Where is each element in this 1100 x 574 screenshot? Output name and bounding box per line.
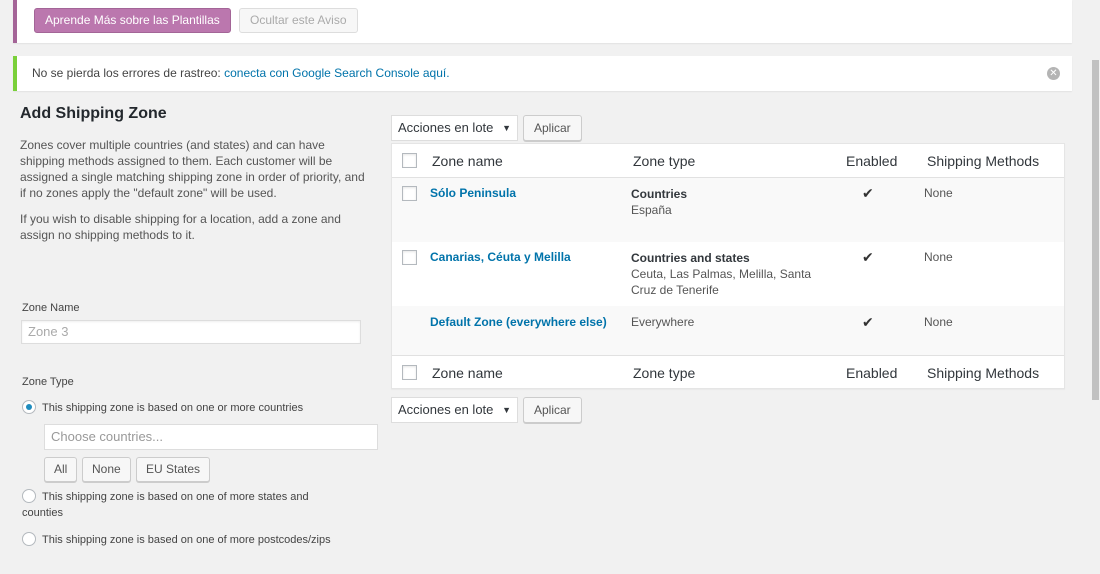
templates-notice: Aprende Más sobre las Plantillas Ocultar… (13, 0, 1072, 43)
enabled-check-icon: ✔ (862, 314, 874, 330)
col-shipping-methods: Shipping Methods (927, 153, 1040, 169)
zone-link[interactable]: Default Zone (everywhere else) (430, 315, 607, 329)
search-console-link[interactable]: conecta con Google Search Console aquí. (224, 66, 449, 80)
zones-table: Zone name Zone type Enabled Shipping Met… (391, 143, 1065, 389)
learn-more-button[interactable]: Aprende Más sobre las Plantillas (34, 8, 231, 33)
radio-countries[interactable] (22, 400, 36, 414)
form-title: Add Shipping Zone (20, 105, 167, 122)
scrollbar-thumb[interactable] (1092, 60, 1099, 400)
dismiss-icon[interactable]: ✕ (1047, 67, 1060, 80)
bulk-actions-select-bottom[interactable]: Acciones en lote ▼ (391, 397, 518, 423)
choose-countries-input[interactable]: Choose countries... (44, 424, 378, 450)
form-description: Zones cover multiple countries (and stat… (20, 138, 365, 200)
col-zone-type-footer[interactable]: Zone type (633, 356, 695, 390)
form-description-disable: If you wish to disable shipping for a lo… (20, 212, 341, 242)
col-zone-type[interactable]: Zone type (633, 144, 695, 178)
select-all-checkbox-footer[interactable] (402, 365, 417, 380)
bulk-actions-select[interactable]: Acciones en lote ▼ (391, 115, 518, 141)
apply-button-bottom[interactable]: Aplicar (523, 397, 582, 423)
radio-postcodes[interactable] (22, 532, 36, 546)
radio-countries-label: This shipping zone is based on one or mo… (42, 402, 304, 414)
radio-postcodes-option[interactable]: This shipping zone is based on one of mo… (22, 532, 331, 548)
row-checkbox[interactable] (402, 186, 417, 201)
col-zone-name[interactable]: Zone name (432, 144, 503, 178)
select-all-checkbox[interactable] (402, 153, 417, 168)
enabled-check-icon: ✔ (862, 185, 874, 201)
table-row: Canarias, Céuta y Melilla Countries and … (392, 242, 1064, 306)
table-row: Sólo Peninsula Countries España ✔ None (392, 178, 1064, 242)
radio-countries-option[interactable]: This shipping zone is based on one or mo… (22, 400, 303, 416)
radio-postcodes-label: This shipping zone is based on one of mo… (42, 534, 331, 546)
zone-type-cell: Countries and states Ceuta, Las Palmas, … (631, 251, 812, 297)
col-enabled: Enabled (846, 153, 898, 169)
radio-states[interactable] (22, 489, 36, 503)
radio-states-label: This shipping zone is based on one of mo… (22, 491, 309, 519)
zone-link[interactable]: Canarias, Céuta y Melilla (430, 250, 571, 264)
zone-type-cell: Countries España (631, 187, 688, 217)
zone-name-label: Zone Name (22, 302, 80, 314)
apply-button[interactable]: Aplicar (523, 115, 582, 141)
table-footer: Zone name Zone type Enabled Shipping Met… (392, 355, 1064, 389)
bulk-actions-value-bottom: Acciones en lote (398, 402, 494, 417)
eu-states-button[interactable]: EU States (136, 457, 211, 482)
row-checkbox[interactable] (402, 250, 417, 265)
select-all-button[interactable]: All (44, 457, 78, 482)
notice-text: No se pierda los errores de rastreo: (32, 66, 225, 80)
add-zone-form: Add Shipping Zone Zones cover multiple c… (20, 105, 365, 253)
zone-type-cell: Everywhere (631, 315, 695, 329)
zone-type-label: Zone Type (22, 376, 74, 388)
shipping-methods-cell: None (924, 315, 953, 329)
select-none-button[interactable]: None (82, 457, 131, 482)
col-enabled-footer: Enabled (846, 365, 898, 381)
zone-name-input[interactable]: Zone 3 (21, 320, 361, 344)
bulk-actions-value: Acciones en lote (398, 120, 494, 135)
dropdown-arrow-icon: ▼ (502, 123, 511, 133)
shipping-methods-cell: None (924, 250, 953, 264)
col-zone-name-footer[interactable]: Zone name (432, 356, 503, 390)
shipping-methods-cell: None (924, 186, 953, 200)
table-row: Default Zone (everywhere else) Everywher… (392, 306, 1064, 355)
hide-notice-button[interactable]: Ocultar este Aviso (239, 8, 358, 33)
enabled-check-icon: ✔ (862, 249, 874, 265)
search-console-notice: No se pierda los errores de rastreo: con… (13, 56, 1072, 91)
radio-states-option[interactable]: This shipping zone is based on one of mo… (22, 489, 342, 521)
col-shipping-methods-footer: Shipping Methods (927, 365, 1040, 381)
dropdown-arrow-icon: ▼ (502, 405, 511, 415)
table-header: Zone name Zone type Enabled Shipping Met… (392, 144, 1064, 178)
zone-link[interactable]: Sólo Peninsula (430, 186, 516, 200)
page-scrollbar[interactable] (1090, 60, 1100, 574)
